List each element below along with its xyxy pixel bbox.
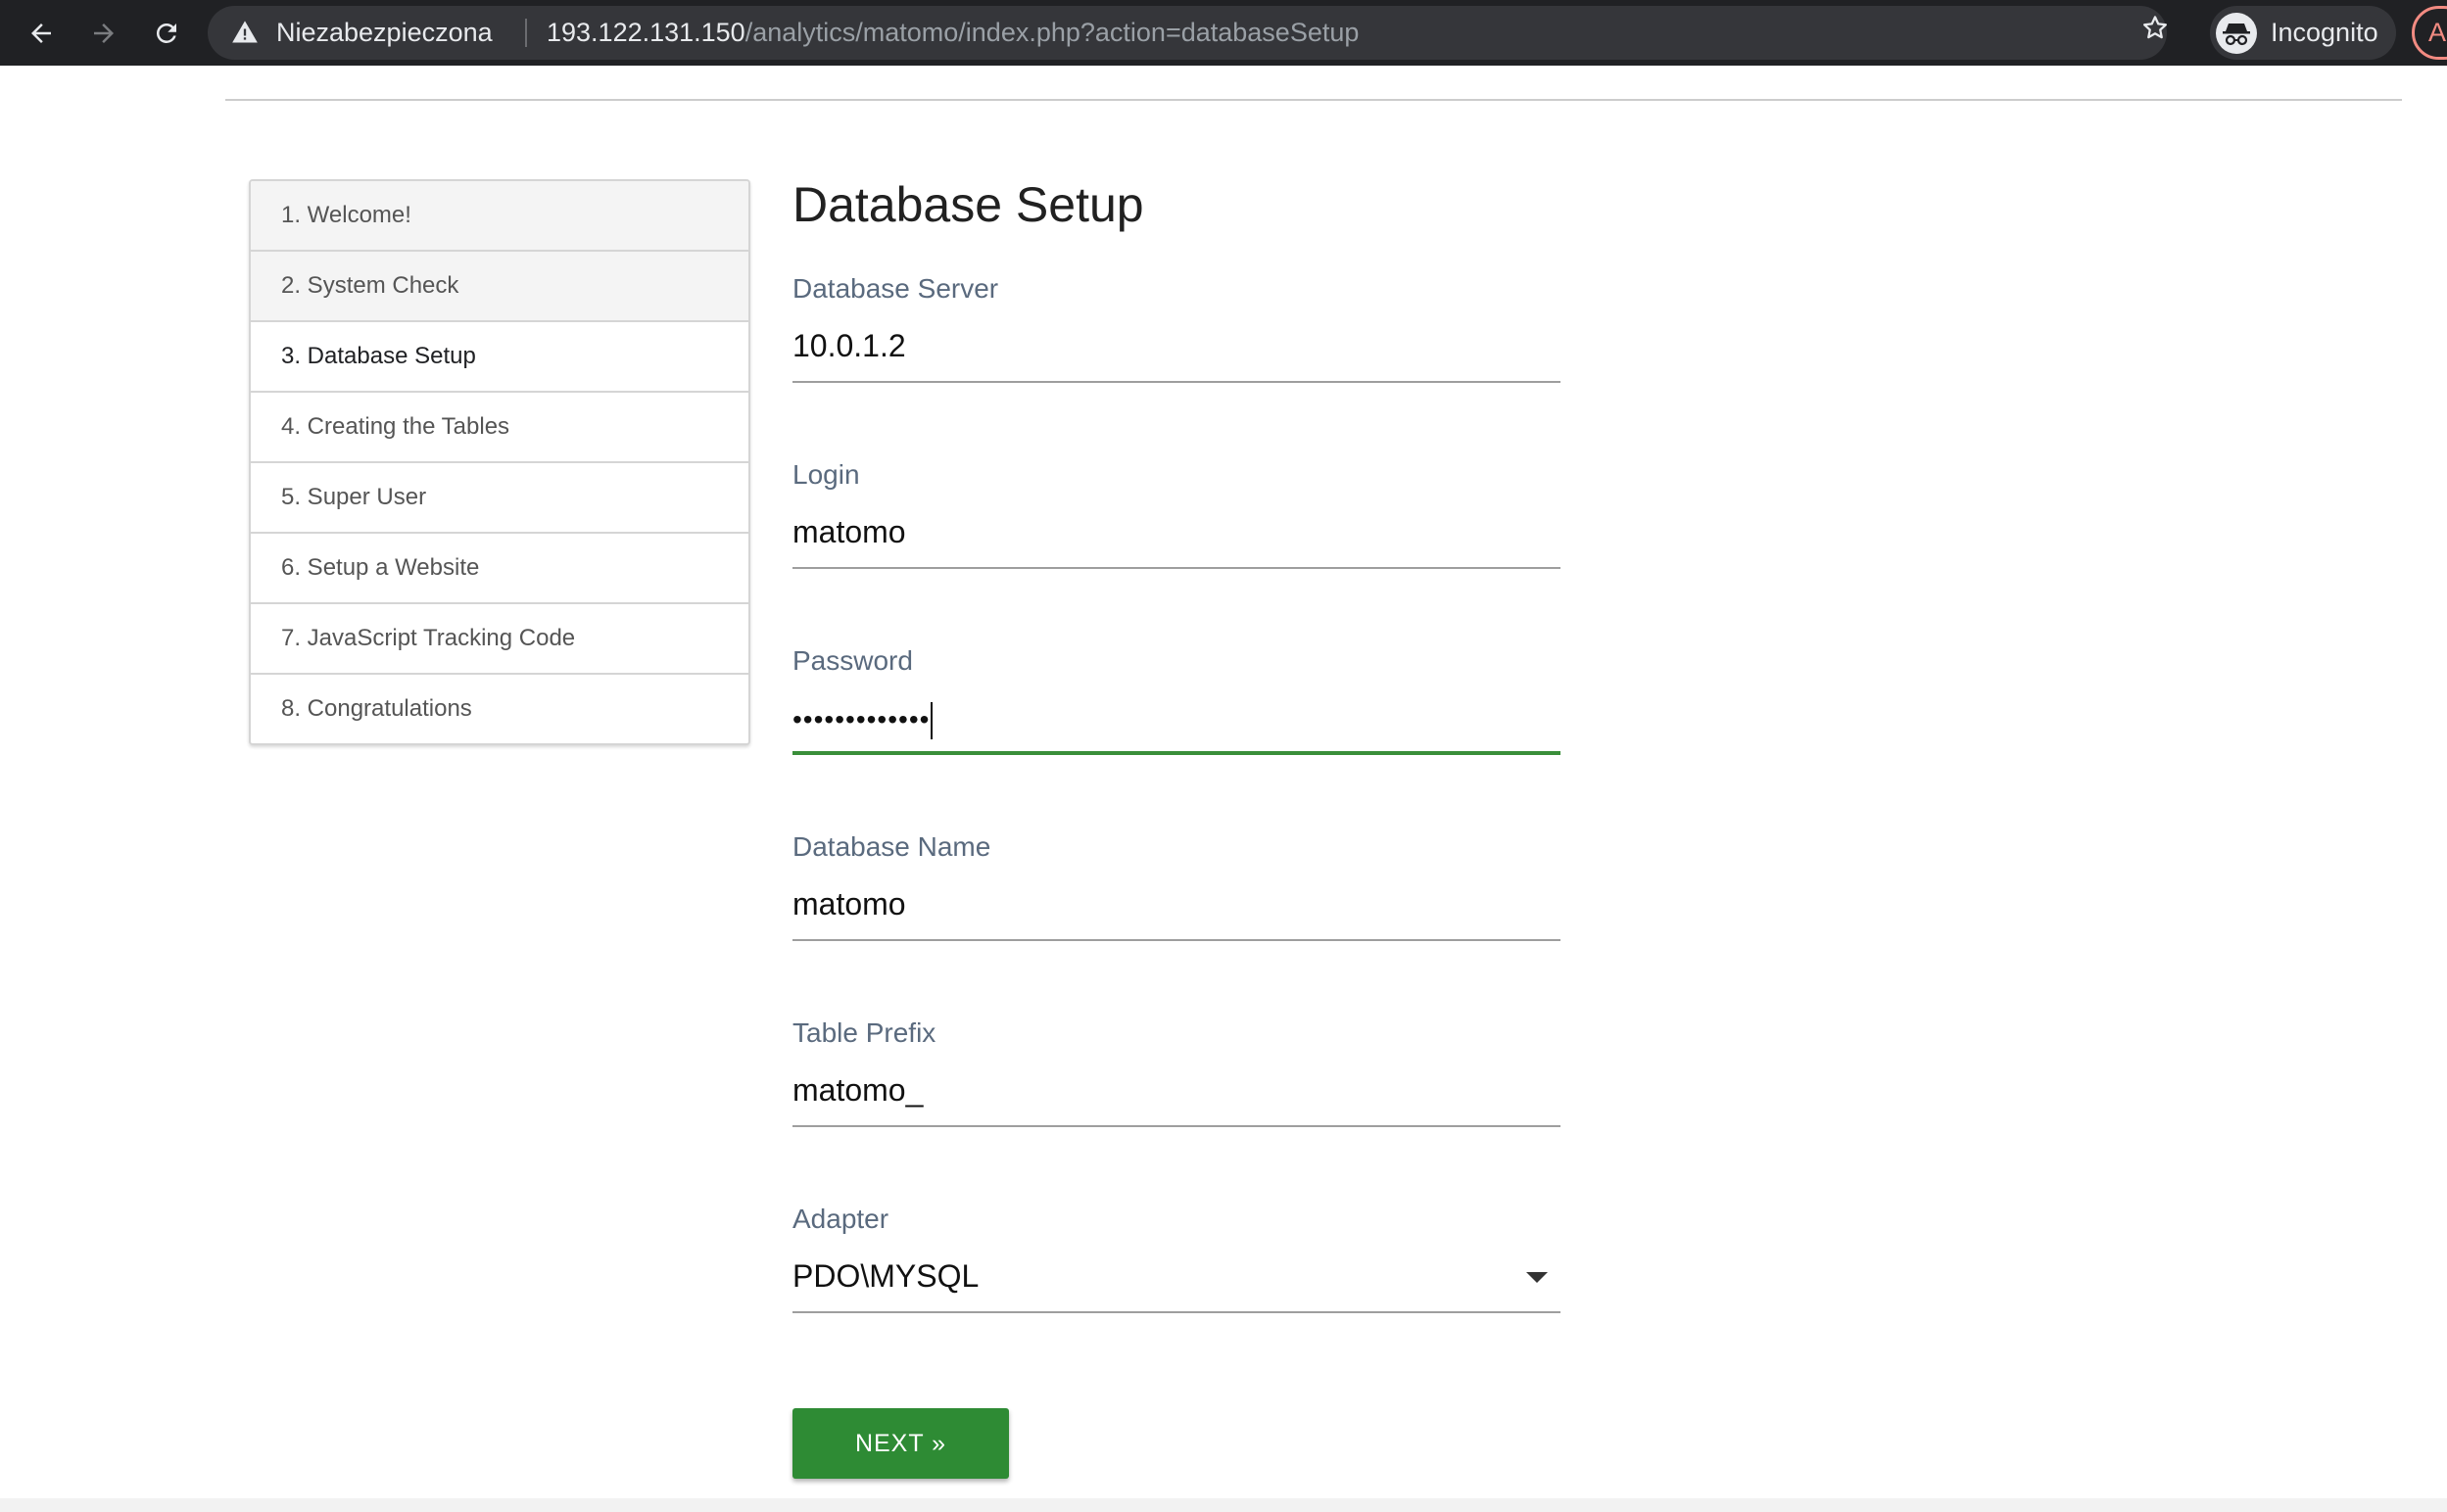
address-separator [525,19,527,47]
adapter-selected-value: PDO\MYSQL [792,1239,1560,1313]
page-title: Database Setup [792,177,1144,232]
step-creating-tables: 4. Creating the Tables [251,391,748,461]
address-bar[interactable]: Niezabezpieczona 193.122.131.150/analyti… [208,6,2167,60]
url-path: /analytics/matomo/index.php?action=datab… [744,18,1360,47]
incognito-icon [2216,13,2257,54]
text-caret [931,701,934,739]
url-host: 193.122.131.150 [547,18,745,47]
login-input[interactable]: matomo [792,495,1560,569]
db-server-input[interactable]: 10.0.1.2 [792,308,1560,383]
profile-button[interactable]: A [2412,6,2447,60]
reload-button[interactable] [137,0,196,66]
adapter-select[interactable]: PDO\MYSQL [792,1239,1560,1313]
page-bottom-band [0,1498,2447,1512]
db-name-label: Database Name [792,831,991,862]
dropdown-arrow-icon [1526,1272,1548,1283]
db-server-field: Database Server 10.0.1.2 [792,269,1560,383]
login-field: Login matomo [792,455,1560,569]
password-field: Password ••••••••••••• [792,641,1560,755]
step-system-check[interactable]: 2. System Check [251,250,748,320]
warning-triangle-icon [232,21,258,43]
forward-arrow-icon [94,23,114,43]
db-name-field: Database Name matomo [792,827,1560,941]
incognito-indicator[interactable]: Incognito [2210,6,2396,60]
security-status-label[interactable]: Niezabezpieczona [276,6,493,60]
header-divider [225,99,2402,101]
db-server-label: Database Server [792,273,999,304]
table-prefix-input[interactable]: matomo_ [792,1053,1560,1127]
installation-steps-list: 1. Welcome! 2. System Check 3. Database … [249,179,750,745]
step-super-user: 5. Super User [251,461,748,532]
back-button[interactable] [12,0,71,66]
reload-icon [156,23,176,43]
browser-toolbar: Niezabezpieczona 193.122.131.150/analyti… [0,0,2447,66]
login-label: Login [792,459,860,490]
step-database-setup[interactable]: 3. Database Setup [251,320,748,391]
password-label: Password [792,645,913,676]
table-prefix-label: Table Prefix [792,1017,936,1048]
forward-button[interactable] [74,0,133,66]
back-arrow-icon [31,23,51,43]
next-button[interactable]: NEXT » [792,1408,1009,1479]
adapter-field: Adapter PDO\MYSQL [792,1200,1560,1313]
password-masked-value: ••••••••••••• [792,704,931,734]
adapter-label: Adapter [792,1204,889,1234]
url-text[interactable]: 193.122.131.150/analytics/matomo/index.p… [547,6,1359,60]
step-tracking-code: 7. JavaScript Tracking Code [251,602,748,673]
step-welcome[interactable]: 1. Welcome! [251,181,748,250]
password-input[interactable]: ••••••••••••• [792,681,1560,755]
table-prefix-field: Table Prefix matomo_ [792,1014,1560,1127]
star-icon[interactable] [2140,13,2170,42]
profile-initial: A [2428,18,2447,47]
db-name-input[interactable]: matomo [792,867,1560,941]
step-congratulations: 8. Congratulations [251,673,748,743]
incognito-label: Incognito [2271,18,2378,47]
step-setup-website: 6. Setup a Website [251,532,748,602]
